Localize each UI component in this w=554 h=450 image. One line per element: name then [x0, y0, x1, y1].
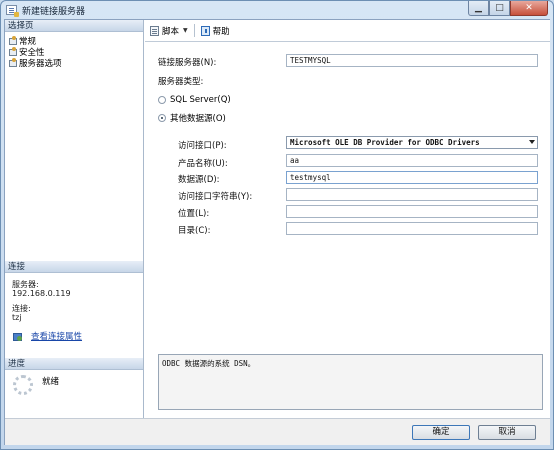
location-label: 位置(L):: [178, 209, 210, 219]
script-label: 脚本: [162, 26, 180, 37]
server-label: 服务器:: [12, 280, 39, 289]
progress-area: 就绪: [13, 375, 59, 395]
connection-label: 连接:: [12, 304, 31, 313]
window-title: 新建链接服务器: [22, 7, 86, 17]
ok-button[interactable]: 确定: [412, 425, 470, 440]
server-value: 192.168.0.119: [12, 289, 71, 298]
provider-string-label: 访问接口字符串(Y):: [178, 192, 253, 202]
page-icon: [8, 36, 17, 45]
catalog-input[interactable]: [286, 222, 538, 235]
maximize-icon: □: [495, 3, 504, 13]
dialog-client: 选择页 常规 安全性 服务器选项 连接 服务器: 192.168.0.119 连…: [4, 19, 550, 445]
help-button[interactable]: 帮助: [200, 25, 230, 37]
radio-label: SQL Server(Q): [170, 95, 231, 105]
linked-server-input[interactable]: TESTMYSQL: [286, 54, 538, 67]
radio-sql-server[interactable]: SQL Server(Q): [158, 95, 231, 105]
caption-buttons: ▁ □ ✕: [468, 1, 548, 16]
page-list: 常规 安全性 服务器选项: [8, 35, 62, 69]
server-type-label: 服务器类型:: [158, 77, 204, 87]
product-name-input[interactable]: aa: [286, 154, 538, 167]
select-page-header: 选择页: [5, 20, 143, 32]
toolbar: 脚本 ▼ 帮助: [145, 20, 550, 42]
location-input[interactable]: [286, 205, 538, 218]
provider-select[interactable]: Microsoft OLE DB Provider for ODBC Drive…: [286, 136, 538, 149]
dialog-window: 新建链接服务器 ▁ □ ✕ 选择页 常规 安全性 服务器选项 连接 服务器: 1…: [0, 0, 554, 450]
maximize-button[interactable]: □: [489, 1, 510, 16]
link-label: 查看连接属性: [31, 332, 83, 342]
cancel-button[interactable]: 取消: [478, 425, 536, 440]
page-item-general[interactable]: 常规: [8, 35, 62, 47]
page-icon: [8, 47, 17, 56]
help-icon: [200, 25, 210, 36]
close-icon: ✕: [525, 3, 533, 13]
data-source-input[interactable]: testmysql: [286, 171, 538, 184]
script-button[interactable]: 脚本 ▼: [150, 25, 188, 37]
script-icon: [150, 25, 159, 36]
radio-label: 其他数据源(O): [170, 114, 226, 124]
help-label: 帮助: [212, 26, 230, 37]
catalog-label: 目录(C):: [178, 226, 211, 236]
app-icon: [6, 5, 19, 17]
linked-server-label: 链接服务器(N):: [158, 58, 217, 68]
title-bar[interactable]: 新建链接服务器 ▁ □ ✕: [1, 1, 553, 19]
right-panel: 脚本 ▼ 帮助 链接服务器(N): TESTMYSQL 服务器类型: SQL S…: [145, 20, 550, 418]
description-panel: ODBC 数据源的系统 DSN。: [158, 354, 543, 410]
connection-info: 服务器: 192.168.0.119 连接: tzj: [12, 280, 71, 322]
provider-value: Microsoft OLE DB Provider for ODBC Drive…: [290, 138, 480, 147]
close-button[interactable]: ✕: [510, 1, 548, 16]
minimize-button[interactable]: ▁: [468, 1, 489, 16]
connection-value: tzj: [12, 313, 22, 322]
left-panel: 选择页 常规 安全性 服务器选项 连接 服务器: 192.168.0.119 连…: [5, 20, 144, 418]
provider-string-input[interactable]: [286, 188, 538, 201]
chevron-down-icon: [529, 140, 535, 144]
progress-spinner-icon: [13, 375, 33, 395]
view-connection-properties-link[interactable]: 查看连接属性: [13, 330, 82, 342]
chevron-down-icon: ▼: [183, 27, 188, 34]
toolbar-separator: [193, 24, 195, 37]
connection-header: 连接: [5, 261, 143, 273]
radio-other-data-source[interactable]: 其他数据源(O): [158, 112, 226, 124]
product-name-label: 产品名称(U):: [178, 159, 228, 169]
minimize-icon: ▁: [475, 3, 482, 13]
button-bar: 确定 取消: [5, 418, 550, 445]
progress-header: 进度: [5, 358, 143, 370]
page-item-server-options[interactable]: 服务器选项: [8, 57, 62, 69]
data-source-label: 数据源(D):: [178, 175, 220, 185]
progress-status: 就绪: [42, 377, 60, 387]
radio-selected-icon: [158, 114, 166, 122]
page-item-security[interactable]: 安全性: [8, 46, 62, 58]
connection-properties-icon: [13, 332, 22, 341]
page-icon: [8, 58, 17, 67]
radio-icon: [158, 96, 166, 104]
page-item-label: 服务器选项: [19, 58, 62, 69]
provider-label: 访问接口(P):: [178, 141, 227, 151]
